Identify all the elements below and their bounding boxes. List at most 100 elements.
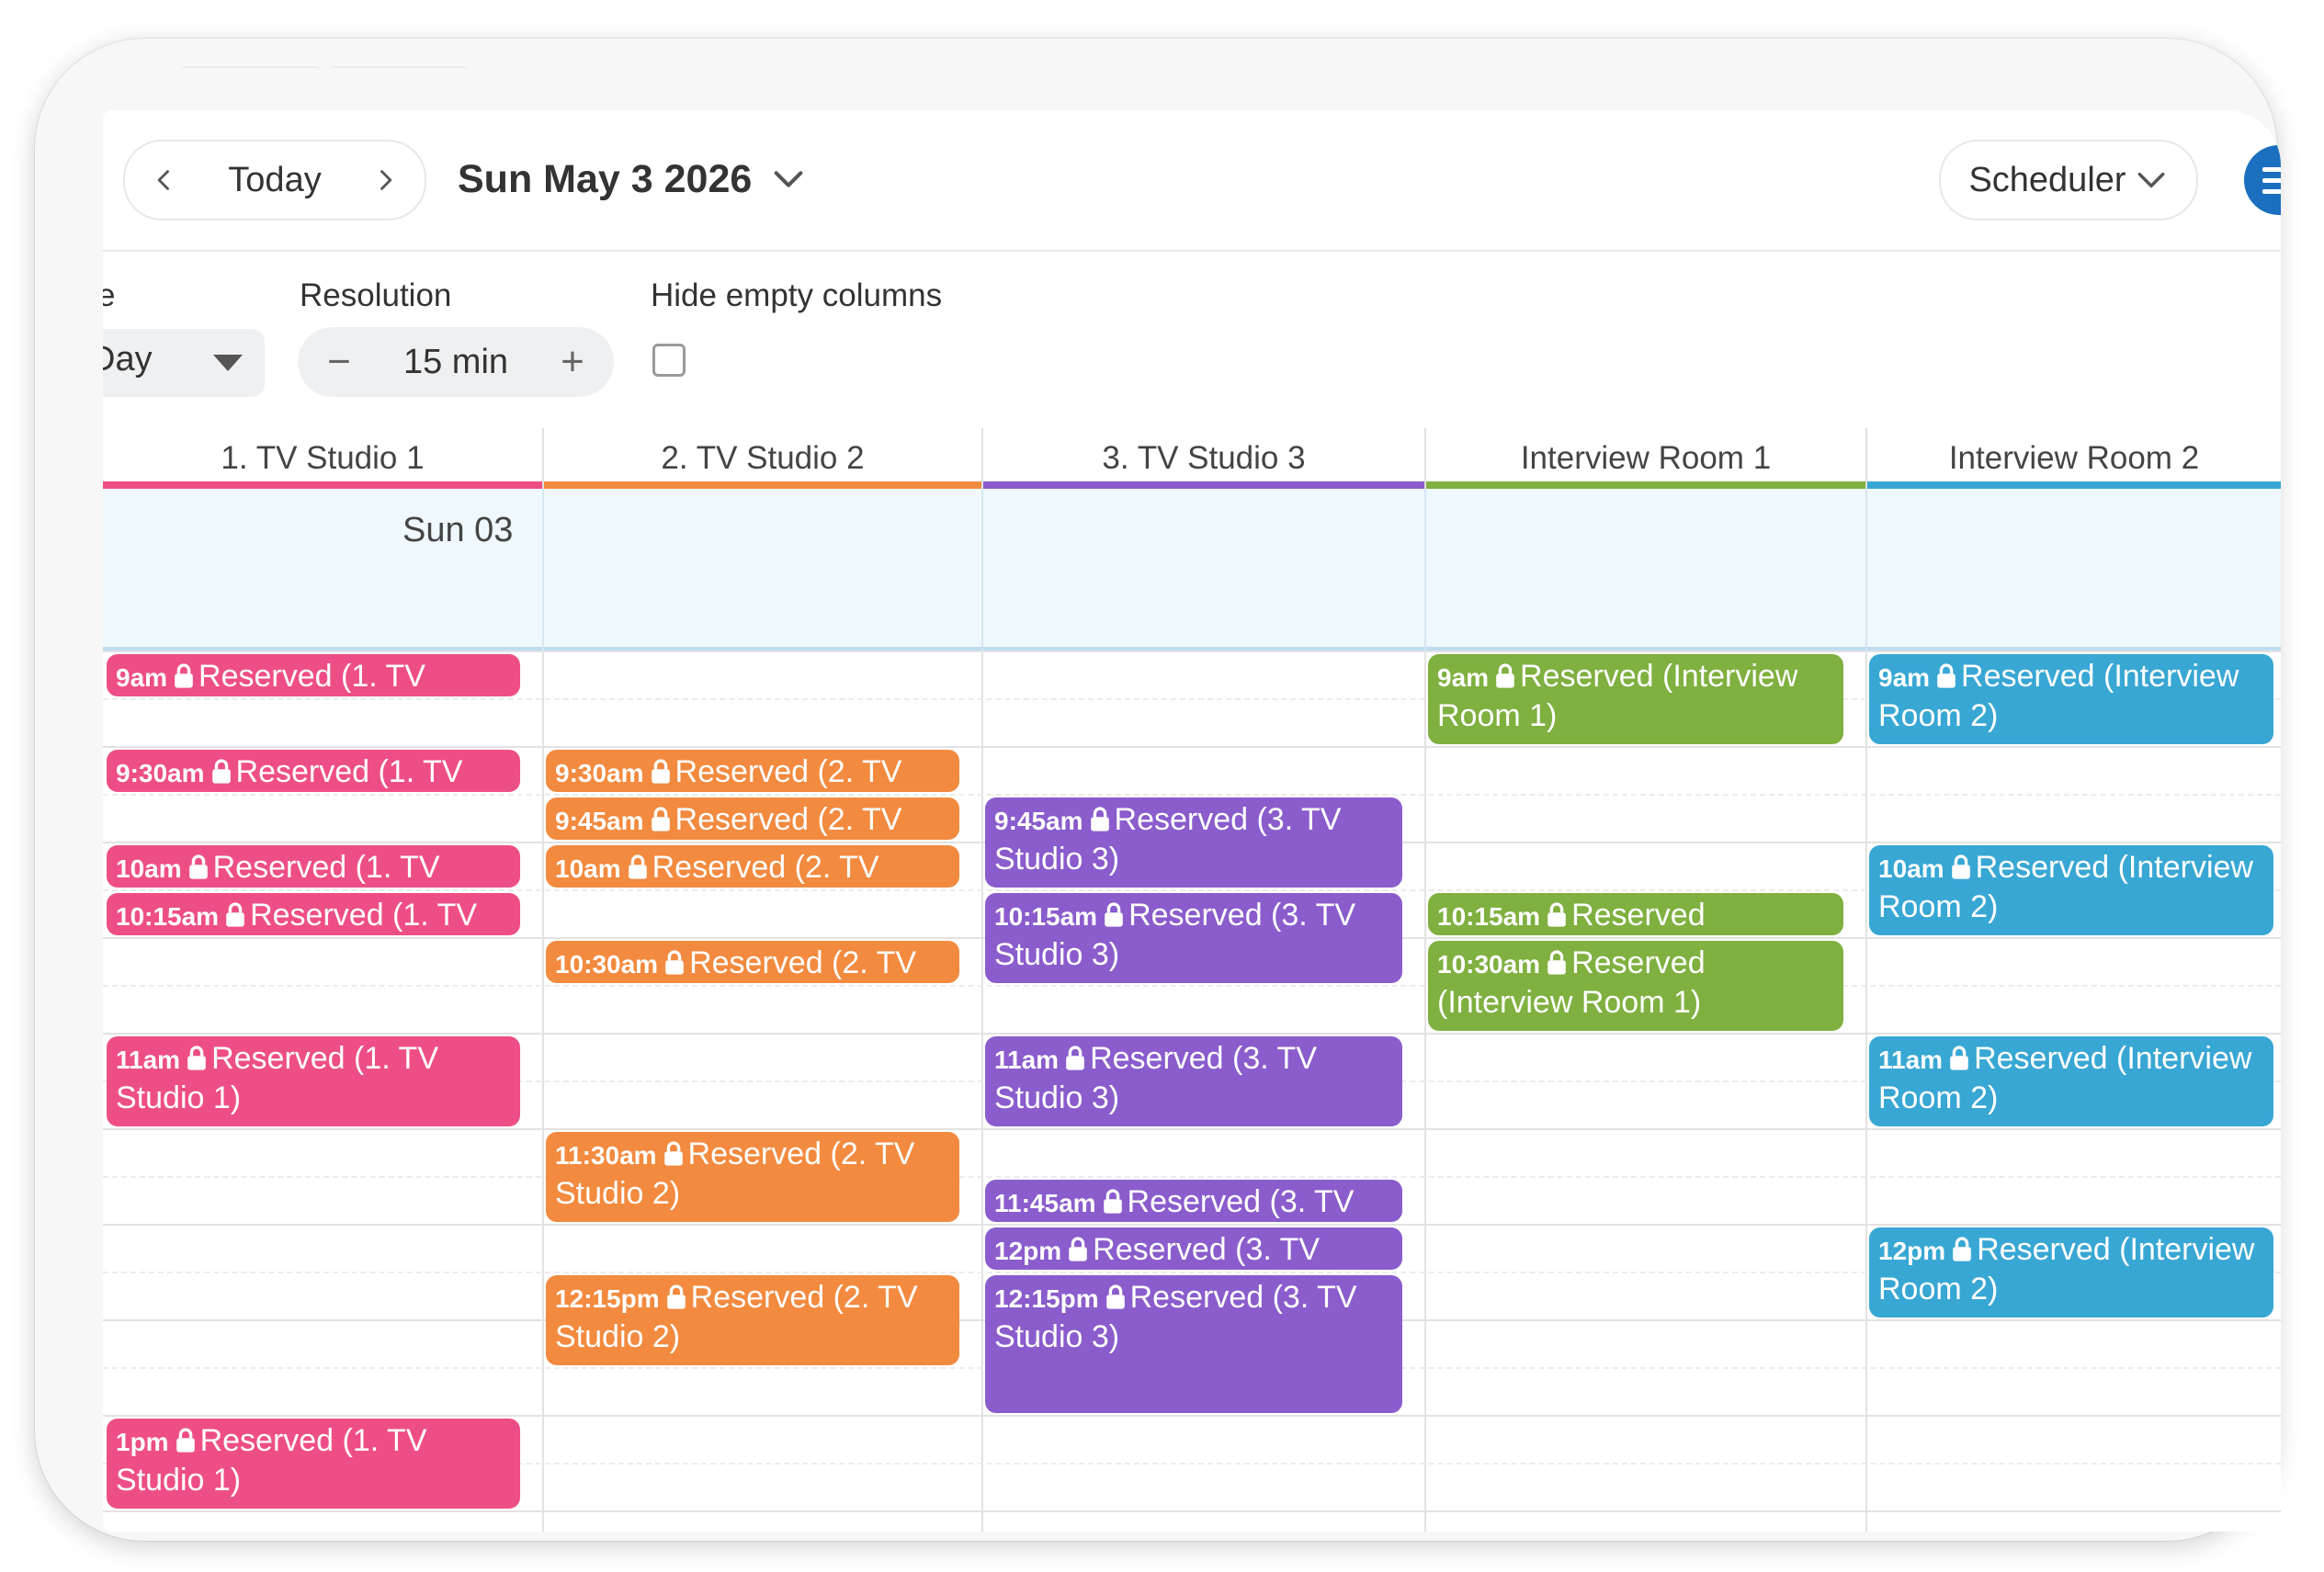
- time-slot-line: [103, 1510, 2281, 1512]
- device-frame: Today Sun May 3 2026 Scheduler e Da: [35, 39, 2281, 1541]
- current-date-title: Sun May 3 2026: [458, 156, 753, 201]
- column-header-label: 2. TV Studio 2: [661, 440, 865, 476]
- column-header-label: Interview Room 1: [1520, 440, 1772, 476]
- event-block[interactable]: 12pm Reserved (3. TV: [985, 1227, 1402, 1270]
- event-title: Reserved (2. TV: [675, 802, 902, 837]
- previous-day-button[interactable]: [132, 141, 197, 219]
- column-header[interactable]: 1. TV Studio 1: [103, 428, 542, 489]
- increase-resolution-button[interactable]: +: [540, 327, 605, 397]
- lock-icon: [1950, 852, 1972, 888]
- lock-icon: [1951, 1234, 1973, 1271]
- event-time: 11am: [116, 1046, 181, 1074]
- lock-icon: [1064, 1043, 1086, 1080]
- event-block[interactable]: 10am Reserved (2. TV: [546, 845, 959, 888]
- event-block[interactable]: 11:45am Reserved (3. TV: [985, 1180, 1402, 1222]
- view-switch-dropdown[interactable]: Scheduler: [1939, 140, 2198, 221]
- event-block[interactable]: 11am Reserved (1. TV Studio 1): [107, 1036, 520, 1126]
- event-block[interactable]: 9am Reserved (1. TV: [107, 654, 520, 696]
- lock-icon: [650, 756, 672, 792]
- lock-icon: [1105, 1282, 1127, 1318]
- event-time: 9am: [1878, 663, 1931, 692]
- event-title: Reserved (2. TV: [689, 945, 917, 980]
- lock-icon: [186, 1043, 208, 1080]
- menu-icon-line: [2262, 178, 2281, 183]
- time-slot-line: [103, 1176, 2281, 1178]
- event-time: 10am: [555, 854, 621, 883]
- menu-icon: [2262, 167, 2281, 172]
- event-block[interactable]: 10:15am Reserved (3. TV Studio 3): [985, 893, 1402, 983]
- event-time: 10:15am: [1437, 902, 1541, 931]
- caret-down-icon: [213, 355, 243, 371]
- event-block[interactable]: 12:15pm Reserved (2. TV Studio 2): [546, 1275, 959, 1365]
- today-button[interactable]: Today: [206, 141, 344, 219]
- lock-icon: [1102, 1186, 1124, 1222]
- event-block[interactable]: 11am Reserved (Interview Room 2): [1869, 1036, 2273, 1126]
- event-time: 9:30am: [116, 759, 205, 787]
- column-header[interactable]: Interview Room 1: [1424, 428, 1865, 489]
- chevron-left-icon: [157, 170, 169, 190]
- event-block[interactable]: 9am Reserved (Interview Room 1): [1428, 654, 1843, 744]
- all-day-divider: [542, 489, 544, 650]
- event-block[interactable]: 10:30am Reserved (Interview Room 1): [1428, 941, 1843, 1031]
- next-day-button[interactable]: [353, 141, 417, 219]
- lock-icon: [663, 1138, 685, 1175]
- lock-icon: [187, 852, 210, 888]
- all-day-divider: [1865, 489, 1867, 650]
- event-block[interactable]: 10:15am Reserved: [1428, 893, 1843, 935]
- resolution-value: 15 min: [402, 342, 509, 381]
- event-block[interactable]: 11:30am Reserved (2. TV Studio 2): [546, 1132, 959, 1222]
- event-block[interactable]: 10:15am Reserved (1. TV: [107, 893, 520, 935]
- column-header[interactable]: 3. TV Studio 3: [981, 428, 1424, 489]
- column-header[interactable]: 2. TV Studio 2: [542, 428, 981, 489]
- column-divider: [1424, 650, 1426, 1532]
- event-time: 10:30am: [1437, 950, 1541, 978]
- event-block[interactable]: 11am Reserved (3. TV Studio 3): [985, 1036, 1402, 1126]
- background-tab-hint: [329, 66, 467, 75]
- column-divider: [981, 650, 983, 1532]
- event-block[interactable]: 9:30am Reserved (1. TV: [107, 750, 520, 792]
- event-block[interactable]: 9:45am Reserved (2. TV: [546, 797, 959, 840]
- all-day-divider: [981, 489, 983, 650]
- event-block[interactable]: 9:30am Reserved (2. TV: [546, 750, 959, 792]
- event-block[interactable]: 1pm Reserved (1. TV Studio 1): [107, 1419, 520, 1509]
- event-block[interactable]: 9:45am Reserved (3. TV Studio 3): [985, 797, 1402, 888]
- lock-icon: [210, 756, 232, 792]
- event-time: 10:30am: [555, 950, 659, 978]
- time-slot-line: [103, 985, 2281, 987]
- date-picker-button[interactable]: Sun May 3 2026: [458, 147, 807, 211]
- event-block[interactable]: 9am Reserved (Interview Room 2): [1869, 654, 2273, 744]
- menu-button[interactable]: [2244, 145, 2281, 215]
- event-title: Reserved (2. TV: [652, 850, 879, 885]
- view-select-value: Day: [103, 340, 153, 379]
- event-time: 11:45am: [994, 1189, 1096, 1217]
- hide-empty-columns-label: Hide empty columns: [651, 277, 943, 313]
- column-header-label: 1. TV Studio 1: [221, 440, 425, 476]
- column-color-bar: [1426, 481, 1865, 489]
- column-header-label: Interview Room 2: [1948, 440, 2200, 476]
- column-header-label: 3. TV Studio 3: [1102, 440, 1306, 476]
- event-block[interactable]: 12:15pm Reserved (3. TV Studio 3): [985, 1275, 1402, 1413]
- hide-empty-columns-checkbox[interactable]: [652, 344, 686, 377]
- lock-icon: [1103, 899, 1125, 936]
- event-time: 11am: [994, 1046, 1060, 1074]
- event-time: 9:30am: [555, 759, 644, 787]
- event-block[interactable]: 10am Reserved (Interview Room 2): [1869, 845, 2273, 935]
- day-label: Sun 03: [402, 511, 514, 549]
- chevron-down-icon: [774, 171, 803, 187]
- time-slot-line: [103, 746, 2281, 748]
- event-title: Reserved (2. TV: [675, 754, 902, 789]
- column-header[interactable]: Interview Room 2: [1865, 428, 2281, 489]
- resolution-label: Resolution: [300, 277, 452, 313]
- event-title: Reserved (1. TV: [235, 754, 463, 789]
- lock-icon: [650, 804, 672, 840]
- event-block[interactable]: 12pm Reserved (Interview Room 2): [1869, 1227, 2273, 1318]
- lock-icon: [1546, 899, 1568, 935]
- column-color-bar: [103, 481, 542, 489]
- event-time: 12:15pm: [994, 1284, 1099, 1313]
- event-time: 9am: [1437, 663, 1490, 692]
- event-block[interactable]: 10:30am Reserved (2. TV: [546, 941, 959, 983]
- lock-icon: [663, 947, 686, 983]
- event-time: 12pm: [1878, 1237, 1946, 1265]
- event-block[interactable]: 10am Reserved (1. TV: [107, 845, 520, 888]
- view-select[interactable]: Day: [103, 329, 265, 397]
